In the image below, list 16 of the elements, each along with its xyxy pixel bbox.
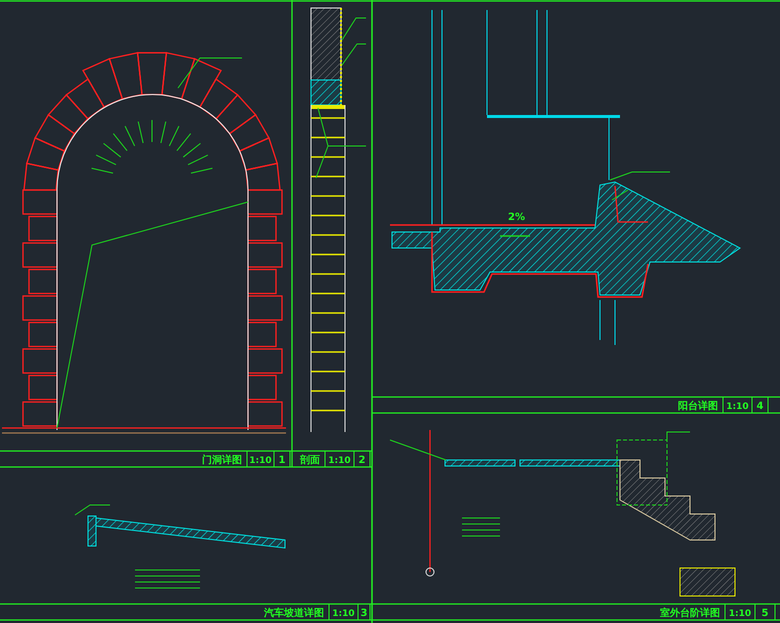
drawing-title: 剖面 [300, 455, 320, 466]
drawing-number: 5 [762, 608, 768, 619]
slope-label: 2% [508, 212, 525, 223]
drawing-number: 2 [358, 455, 366, 466]
drawing-title: 阳台详图 [678, 401, 718, 412]
drawing-title: 室外台阶详图 [660, 608, 720, 619]
drawing-title: 汽车坡道详图 [264, 608, 324, 619]
scale-label: 1:10 [249, 456, 272, 466]
drawing-number: 4 [756, 401, 764, 412]
scale-label: 1:10 [332, 609, 355, 619]
drawing-title: 门洞详图 [202, 455, 242, 466]
drawing-number: 3 [360, 608, 368, 619]
scale-label: 1:10 [726, 402, 749, 412]
scale-label: 1:10 [328, 456, 351, 466]
scale-label: 1:10 [728, 609, 752, 619]
drawing-number: 1 [278, 455, 286, 466]
